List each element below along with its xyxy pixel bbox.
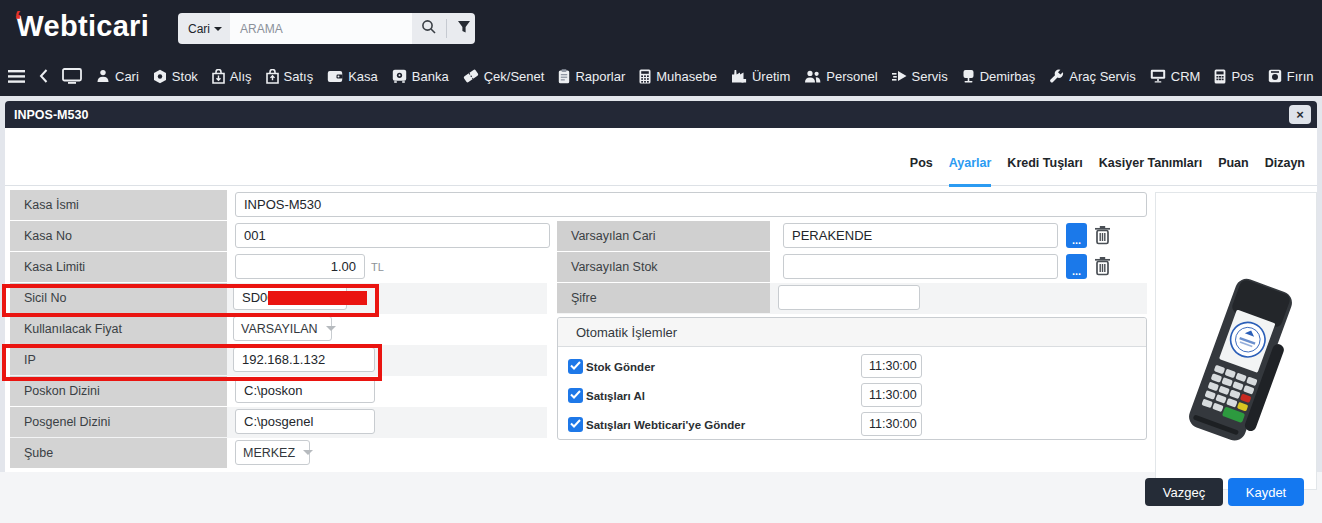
chevron-down-icon	[303, 450, 313, 455]
annotation-box-ip	[2, 344, 382, 381]
menu-item-firin[interactable]: Fırın	[1268, 69, 1314, 84]
poskon-input[interactable]: C:\poskon	[235, 378, 375, 403]
field-label: Kasa No	[10, 221, 227, 251]
field-label: Varsayılan Stok	[557, 252, 770, 282]
app-logo[interactable]: ‘Webticari	[14, 10, 149, 43]
menu-item-kasa[interactable]: Kasa	[327, 69, 378, 84]
search-category-dropdown[interactable]: Cari	[178, 22, 230, 36]
tab-kasiyer-tanimlari[interactable]: Kasiyer Tanımları	[1099, 156, 1202, 187]
tab-dizayn[interactable]: Dizayn	[1265, 156, 1305, 187]
annotation-box-sicil	[2, 284, 379, 317]
satislari-gonder-time-input[interactable]: 11:30:00	[861, 412, 922, 436]
pos-device-icon	[1214, 69, 1226, 84]
speed-arrow-icon	[892, 70, 907, 82]
menu-item-servis[interactable]: Servis	[892, 69, 948, 84]
calculator-icon	[639, 69, 651, 84]
pos-device-image	[1155, 192, 1317, 490]
main-menu: Cari Stok Alış Satış Kasa Banka Çek/Sene…	[8, 60, 1320, 92]
checkbox-label: Satışları Al	[586, 390, 645, 402]
oven-icon	[1268, 69, 1282, 83]
stok-gonder-time-input[interactable]: 11:30:00	[861, 354, 922, 378]
dialog-title: INPOS-M530	[5, 108, 88, 122]
menu-item-alis[interactable]: Alış	[212, 69, 252, 84]
field-label: Posgenel Dizini	[10, 407, 227, 437]
wallet-icon	[327, 70, 343, 83]
field-label: Kasa Limiti	[10, 252, 227, 282]
section-title: Otomatik İşlemler	[558, 318, 1146, 347]
dialog-footer	[0, 472, 1322, 523]
field-label: Kasa İsmi	[10, 190, 227, 220]
back-chevron-icon[interactable]	[39, 69, 48, 83]
bag-down-icon	[212, 69, 225, 84]
safe-icon	[392, 69, 407, 83]
menu-item-arac-servis[interactable]: Araç Servis	[1049, 69, 1135, 84]
save-button[interactable]: Kaydet	[1228, 478, 1304, 506]
sifre-input[interactable]	[778, 285, 920, 310]
filter-icon[interactable]	[447, 20, 481, 38]
tab-pos[interactable]: Pos	[910, 156, 933, 187]
tab-puan[interactable]: Puan	[1218, 156, 1249, 187]
field-label: Şifre	[557, 283, 770, 313]
menu-item-satis[interactable]: Satış	[266, 69, 314, 84]
search-icon[interactable]	[412, 19, 446, 39]
kasa-no-input[interactable]: 001	[235, 223, 550, 248]
menu-item-demirbas[interactable]: Demirbaş	[962, 69, 1036, 84]
satislari-al-time-input[interactable]: 11:30:00	[861, 383, 922, 407]
chevron-down-icon	[326, 326, 336, 331]
menu-item-banka[interactable]: Banka	[392, 69, 449, 84]
menu-item-cek-senet[interactable]: Çek/Senet	[463, 69, 545, 84]
menu-item-uretim[interactable]: Üretim	[731, 69, 790, 84]
box-icon	[153, 69, 167, 84]
clipboard-icon	[558, 69, 570, 84]
chair-icon	[962, 69, 975, 83]
wrench-icon	[1049, 69, 1064, 84]
varsayilan-cari-input[interactable]: PERAKENDE	[783, 223, 1058, 248]
field-label: Varsayılan Cari	[557, 221, 770, 251]
person-icon	[96, 69, 110, 83]
presentation-icon	[1150, 69, 1166, 83]
search-bar: Cari ARAMA	[178, 13, 475, 44]
menu-item-muhasebe[interactable]: Muhasebe	[639, 69, 717, 84]
varsayilan-stok-browse-button[interactable]: ...	[1066, 254, 1087, 279]
bag-up-icon	[266, 69, 279, 84]
cancel-button[interactable]: Vazgeç	[1145, 478, 1223, 506]
posgenel-input[interactable]: C:\posgenel	[235, 409, 375, 434]
field-label: Kullanılacak Fiyat	[10, 314, 227, 344]
menu-item-pos[interactable]: Pos	[1214, 69, 1253, 84]
kasa-limiti-input[interactable]: 1.00	[235, 254, 365, 279]
menu-item-raporlar[interactable]: Raporlar	[558, 69, 625, 84]
trash-icon[interactable]	[1094, 225, 1111, 249]
menu-item-crm[interactable]: CRM	[1150, 69, 1201, 84]
varsayilan-cari-browse-button[interactable]: ...	[1066, 223, 1087, 248]
chevron-down-icon	[214, 27, 222, 31]
satislari-gonder-checkbox[interactable]	[568, 417, 583, 432]
ticket-icon	[463, 69, 479, 83]
sube-select[interactable]: MERKEZ	[235, 440, 310, 465]
tab-bar: Pos Ayarlar Kredi Tuşları Kasiyer Tanıml…	[910, 156, 1305, 187]
varsayilan-stok-input[interactable]	[783, 254, 1058, 279]
stok-gonder-checkbox[interactable]	[568, 359, 583, 374]
hamburger-menu-icon[interactable]	[8, 70, 25, 83]
currency-unit: TL	[371, 261, 384, 273]
close-button[interactable]: ×	[1289, 105, 1311, 124]
menu-item-cari[interactable]: Cari	[96, 69, 139, 84]
field-label: Şube	[10, 438, 227, 468]
menu-item-stok[interactable]: Stok	[153, 69, 198, 84]
tab-kredi-tuslari[interactable]: Kredi Tuşları	[1007, 156, 1082, 187]
trash-icon[interactable]	[1094, 256, 1111, 280]
satislari-al-checkbox[interactable]	[568, 388, 583, 403]
people-icon	[804, 70, 821, 83]
display-icon[interactable]	[62, 68, 82, 84]
kullanilacak-fiyat-select[interactable]: VARSAYILAN	[233, 316, 332, 341]
factory-icon	[731, 69, 747, 83]
logo-tick-icon: ‘	[14, 5, 22, 38]
menu-item-personel[interactable]: Personel	[804, 69, 877, 84]
checkbox-label: Satışları Webticari'ye Gönder	[586, 419, 745, 431]
checkbox-label: Stok Gönder	[586, 361, 655, 373]
search-input[interactable]: ARAMA	[230, 13, 412, 44]
kasa-ismi-input[interactable]: INPOS-M530	[235, 192, 1147, 217]
dialog-titlebar: INPOS-M530 ×	[5, 101, 1317, 128]
tab-ayarlar[interactable]: Ayarlar	[949, 156, 992, 187]
